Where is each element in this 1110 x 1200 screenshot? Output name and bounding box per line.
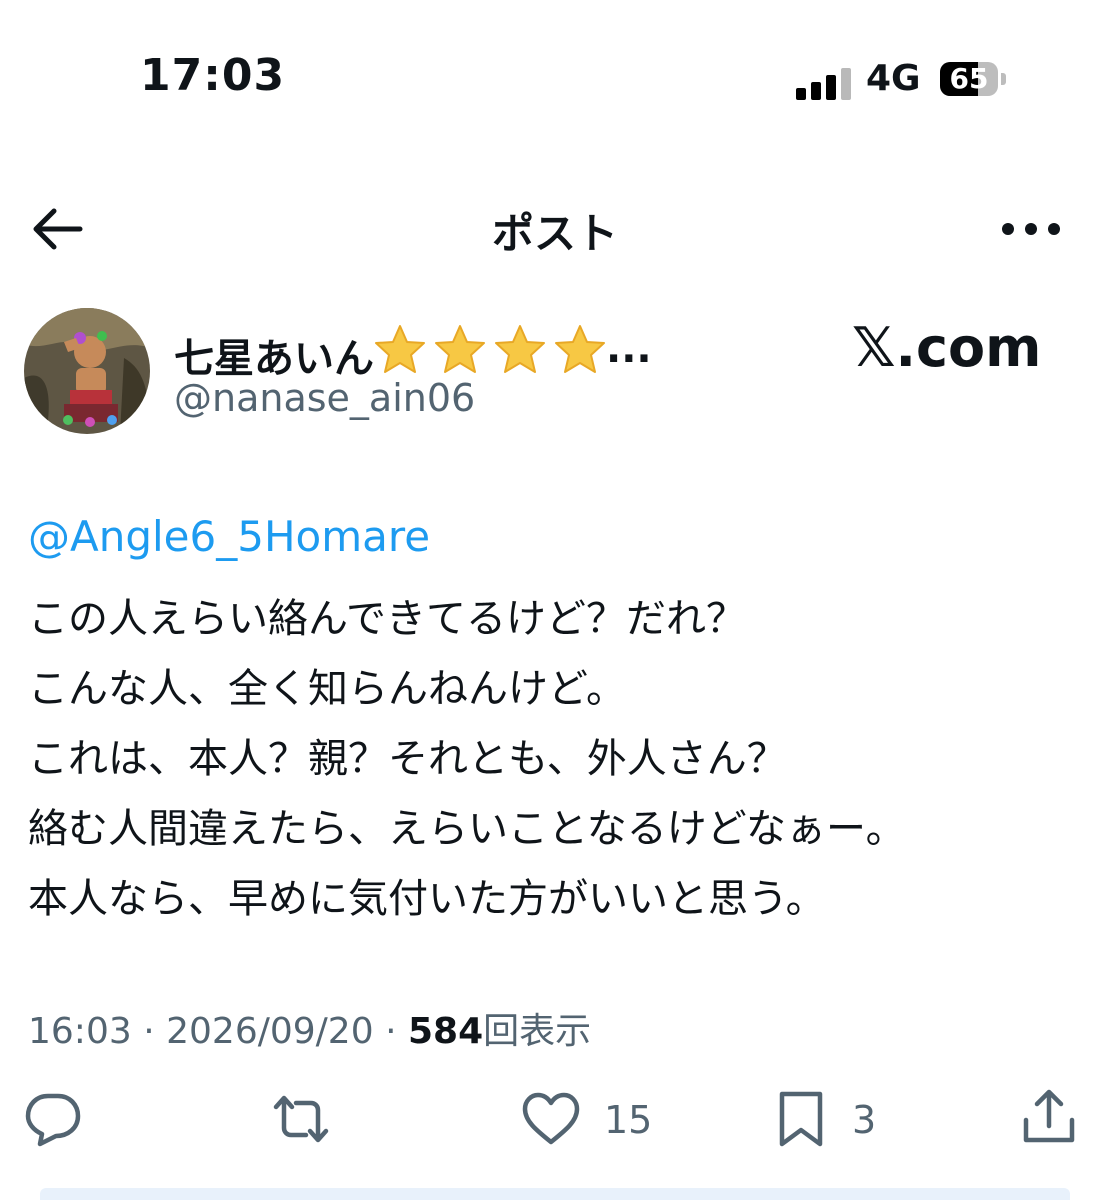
page-title: ポスト: [491, 209, 618, 258]
star-emoji: [495, 325, 545, 373]
post-meta: 16:03 · 2026/09/20 · 584回表示: [28, 1002, 591, 1054]
like-count: 15: [604, 1098, 653, 1142]
bookmark-button[interactable]: [770, 1088, 832, 1154]
name-truncation: ...: [606, 326, 652, 372]
post-line: この人えらい絡んできてるけど？だれ？: [28, 596, 746, 642]
network-type: 4G: [866, 58, 921, 99]
signal-icon: [796, 66, 852, 100]
share-icon: [1023, 1089, 1075, 1143]
post-text: この人えらい絡んできてるけど？だれ？ こんな人、全く知らんねんけど。 これは、本…: [28, 584, 906, 934]
star-emoji: [555, 325, 605, 373]
user-handle[interactable]: @nanase_ain06: [174, 376, 475, 420]
share-button[interactable]: [1018, 1086, 1080, 1152]
bottom-edge: [40, 1188, 1070, 1200]
brand-watermark: 𝕏.com: [852, 316, 1042, 379]
bookmark-icon: [779, 1091, 823, 1147]
post-line: こんな人、全く知らんねんけど。: [28, 666, 626, 712]
status-time: 17:03: [140, 50, 286, 101]
post-date: 2026/09/20: [166, 1011, 374, 1052]
star-emoji: [375, 325, 425, 373]
ellipsis-icon: [1002, 223, 1060, 235]
comment-icon: [25, 1093, 81, 1147]
reply-button[interactable]: [22, 1088, 84, 1154]
view-count: 584: [407, 1011, 484, 1052]
battery-icon: 65: [940, 62, 1008, 98]
bookmark-count: 3: [852, 1098, 877, 1142]
view-count-label: 回表示: [483, 1011, 592, 1052]
meta-separator: ·: [143, 1011, 155, 1052]
more-button[interactable]: [1000, 212, 1062, 246]
post-line: 本人なら、早めに気付いた方がいいと思う。: [28, 876, 826, 922]
post-line: これは、本人？親？それとも、外人さん？: [28, 736, 787, 782]
star-emoji: [435, 325, 485, 373]
battery-level: 65: [949, 62, 989, 95]
post-time: 16:03: [28, 1011, 132, 1052]
repost-button[interactable]: [270, 1088, 332, 1154]
avatar[interactable]: [24, 308, 150, 434]
heart-icon: [522, 1092, 580, 1145]
like-button[interactable]: [520, 1088, 582, 1154]
post-line: 絡む人間違えたら、えらいことなるけどなぁー。: [28, 806, 906, 852]
name-emoji-group: [372, 322, 608, 378]
meta-separator: ·: [385, 1011, 397, 1052]
repost-icon: [273, 1095, 329, 1143]
reply-mention-link[interactable]: @Angle6_5Homare: [28, 512, 430, 561]
